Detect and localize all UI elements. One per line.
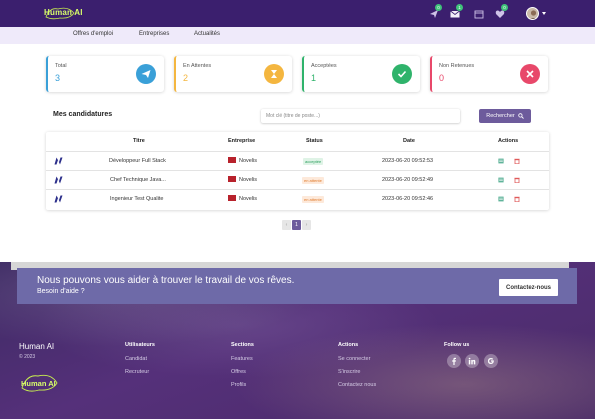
company-flag-icon	[228, 176, 236, 182]
footer-link-candidate[interactable]: Candidat	[125, 356, 147, 362]
close-icon	[520, 64, 540, 84]
application-date: 2023-06-20 09:52:53	[382, 158, 434, 164]
footer-heading-users: Utilisateurs	[125, 342, 155, 348]
company-name: Novelis	[239, 158, 258, 164]
table-row[interactable]: Ingenieur Test Qualite Novelis en attent…	[46, 189, 549, 208]
status-badge: en attente	[302, 196, 324, 203]
search-icon	[518, 113, 524, 119]
help-banner-title: Nous pouvons vous aider à trouver le tra…	[37, 275, 295, 286]
pagination-next[interactable]: ›	[302, 220, 311, 230]
trash-icon[interactable]	[514, 158, 520, 164]
job-title[interactable]: Chef Technique Java...	[110, 177, 166, 183]
status-badge: acceptée	[303, 158, 324, 165]
status-badge: en attente	[302, 177, 324, 184]
footer-link-profiles[interactable]: Profils	[231, 382, 246, 388]
user-avatar[interactable]	[526, 7, 539, 20]
send-count-badge: 0	[435, 4, 442, 11]
job-title[interactable]: Développeur Full Stack	[109, 158, 166, 164]
nav-news[interactable]: Actualités	[194, 31, 220, 37]
favorites-count-badge: 0	[501, 4, 508, 11]
job-title[interactable]: Ingenieur Test Qualite	[110, 196, 163, 202]
linkedin-icon[interactable]	[465, 354, 479, 368]
help-banner-subtitle: Besoin d'aide ?	[37, 288, 85, 295]
applications-title: Mes candidatures	[53, 111, 113, 118]
company-flag-icon	[228, 195, 236, 201]
stat-label: En Attentes	[183, 63, 212, 69]
application-date: 2023-06-20 09:52:49	[382, 177, 434, 183]
stat-card-total: Total 3	[46, 56, 164, 92]
trash-icon[interactable]	[514, 196, 520, 202]
pagination-prev[interactable]: ‹	[282, 220, 291, 230]
hourglass-icon	[264, 64, 284, 84]
novelis-logo	[54, 195, 63, 203]
svg-text:Human AI: Human AI	[21, 379, 56, 388]
stat-label: Total	[55, 63, 67, 69]
footer-heading-follow: Follow us	[444, 342, 470, 348]
help-banner: Nous pouvons vous aider à trouver le tra…	[17, 268, 577, 304]
nav-companies[interactable]: Entreprises	[139, 31, 169, 37]
footer-link-contact[interactable]: Contactez nous	[338, 382, 376, 388]
footer-heading-sections: Sections	[231, 342, 254, 348]
company-name: Novelis	[239, 196, 258, 202]
human-ai-logo[interactable]: Human AI	[19, 370, 59, 394]
stat-card-rejected: Non Retenues 0	[430, 56, 548, 92]
stat-card-pending: En Attentes 2	[174, 56, 292, 92]
novelis-logo	[54, 157, 63, 165]
search-button[interactable]: Rechercher	[479, 109, 531, 123]
column-header-company: Entreprise	[228, 138, 256, 144]
footer-link-features[interactable]: Features	[231, 356, 253, 362]
view-icon[interactable]	[498, 196, 504, 202]
stat-value: 0	[439, 73, 445, 83]
footer-link-login[interactable]: Se connecter	[338, 356, 370, 362]
brand-name: Human AI	[44, 8, 83, 17]
column-header-title: Titre	[133, 138, 145, 144]
facebook-icon[interactable]	[447, 354, 461, 368]
table-row[interactable]: Développeur Full Stack Novelis acceptée …	[46, 151, 549, 170]
footer-link-recruiter[interactable]: Recruteur	[125, 369, 149, 375]
footer-copyright: © 2023	[19, 354, 36, 360]
column-header-actions: Actions	[498, 138, 519, 144]
stat-value: 1	[311, 73, 317, 83]
company-flag-icon	[228, 157, 236, 163]
footer-brand: Human AI	[19, 342, 55, 351]
view-icon[interactable]	[498, 158, 504, 164]
footer-link-offers[interactable]: Offres	[231, 369, 246, 375]
calendar-icon[interactable]	[474, 9, 484, 19]
applications-table: Titre Entreprise Status Date Actions Dév…	[46, 132, 549, 210]
column-header-status: Status	[306, 138, 323, 144]
paper-plane-icon	[136, 64, 156, 84]
main-nav: Offres d'emploi Entreprises Actualités	[0, 27, 595, 44]
check-icon	[392, 64, 412, 84]
table-row[interactable]: Chef Technique Java... Novelis en attent…	[46, 170, 549, 189]
chevron-down-icon[interactable]	[542, 12, 546, 15]
stat-value: 3	[55, 73, 61, 83]
stat-label: Acceptées	[311, 63, 337, 69]
company-name: Novelis	[239, 177, 258, 183]
application-date: 2023-06-20 09:52:46	[382, 196, 434, 202]
stat-card-accepted: Acceptées 1	[302, 56, 420, 92]
view-icon[interactable]	[498, 177, 504, 183]
search-button-label: Rechercher	[486, 113, 515, 119]
footer-link-signup[interactable]: S'inscrire	[338, 369, 360, 375]
top-header: Human AI 0 1 0	[0, 0, 595, 27]
nav-job-offers[interactable]: Offres d'emploi	[73, 31, 113, 37]
footer-heading-actions: Actions	[338, 342, 359, 348]
contact-us-button[interactable]: Contactez-nous	[499, 279, 558, 296]
trash-icon[interactable]	[514, 177, 520, 183]
google-icon[interactable]	[484, 354, 498, 368]
pagination-current-page[interactable]: 1	[292, 220, 301, 230]
search-input[interactable]	[261, 109, 460, 123]
stat-label: Non Retenues	[439, 63, 475, 69]
novelis-logo	[54, 176, 63, 184]
column-header-date: Date	[403, 138, 415, 144]
stat-value: 2	[183, 73, 189, 83]
mail-count-badge: 1	[456, 4, 463, 11]
